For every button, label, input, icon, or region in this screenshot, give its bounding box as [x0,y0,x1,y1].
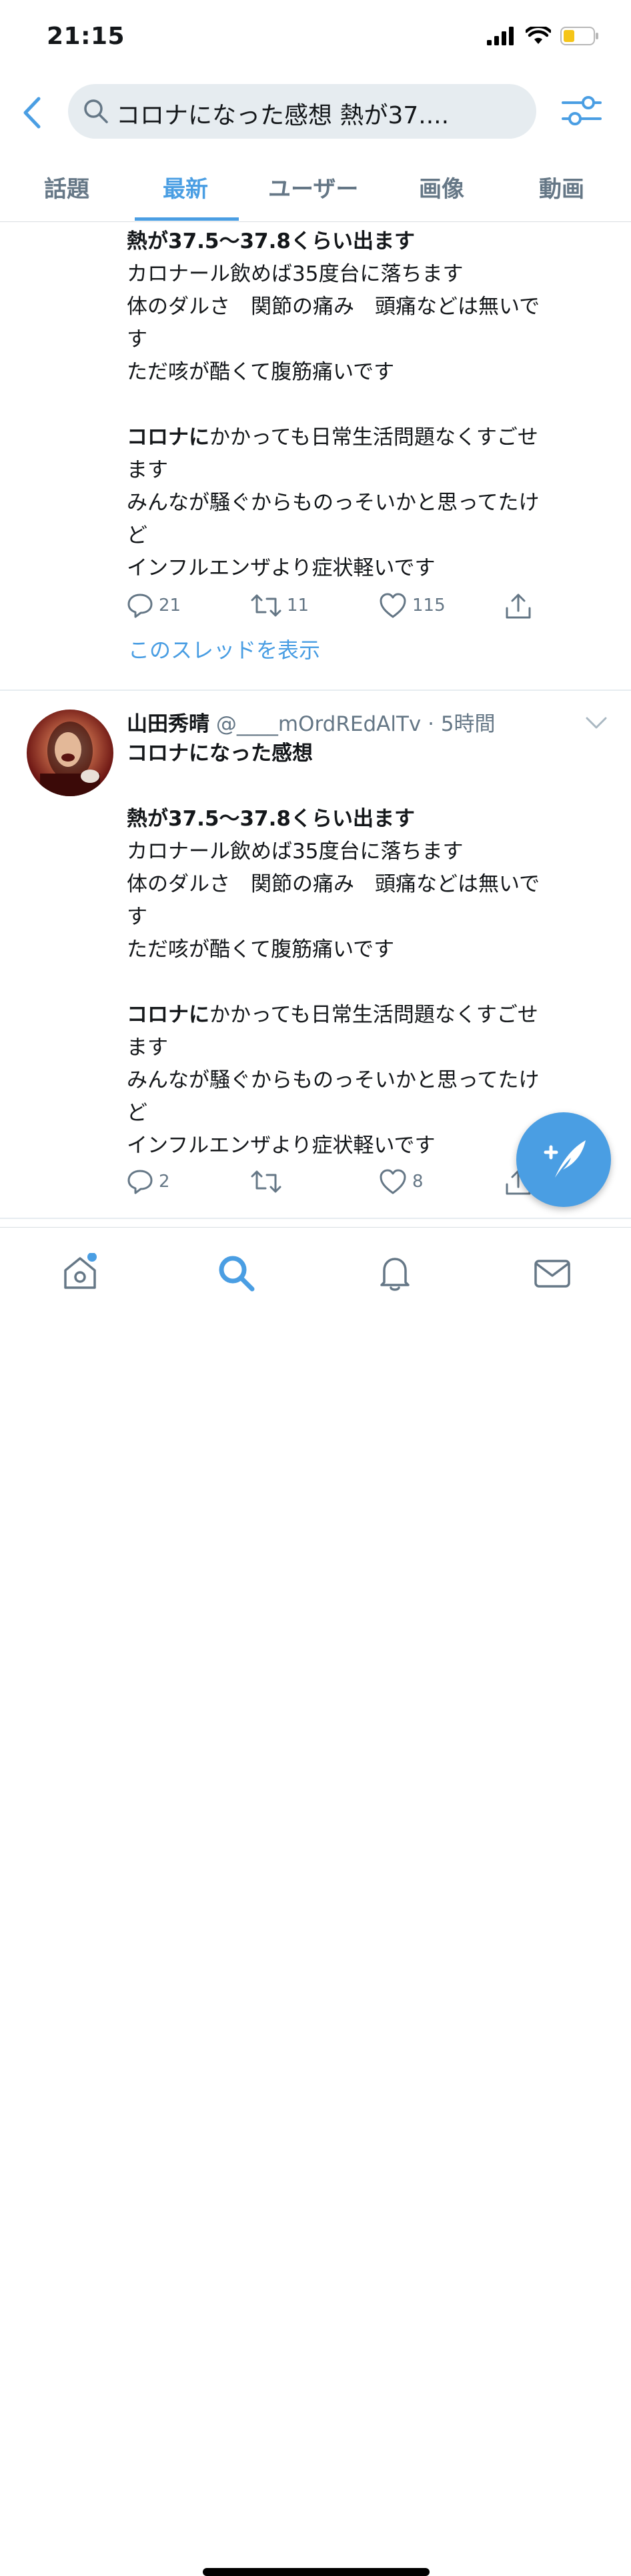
reply-count: 21 [159,595,181,615]
messages-icon[interactable] [532,1253,572,1293]
compose-icon [544,1140,586,1178]
tweet-1-text-line: インフルエンザより症状軽いです [127,556,436,580]
like-icon [380,1169,406,1194]
tweet-1-text-line: カロナール飲めば35度台に落ちます [127,262,464,286]
tweet-divider [0,690,631,691]
tweet-1-text-line: 体のダルさ 関節の痛み 頭痛などは無いで [127,295,540,319]
tweet-2-text-line: 体のダルさ 関節の痛み 頭痛などは無いで [127,872,540,896]
tweet-2-text-line: 熱が37.5〜37.8くらい出ます [127,807,415,831]
like-icon [380,593,406,618]
share-button[interactable] [504,592,532,620]
tweet-1-text-line: 熱が37.5〜37.8くらい出ます [127,229,415,253]
tweet-1-text: 熱が37.5〜37.8くらい出ますカロナール飲めば35度台に落ちます体のダルさ … [127,225,540,585]
tweet-2-header: 山田秀晴 @____mOrdREdAlTv · 5時間 [127,707,496,737]
tweet-2-text-line: す [127,905,147,929]
retweet-button[interactable] [251,1168,287,1195]
tab-videos[interactable]: 動画 [539,171,584,203]
bottom-tab-bar [0,1227,631,2576]
tweet-2-text-line: ただ咳が酷くて腹筋痛いです [127,938,395,962]
search-icon [84,99,108,123]
status-bar: 21:15 [0,0,631,73]
meta-separator: · [428,712,434,736]
tweet-1-text-line: ます [127,458,168,482]
tweet-1-text-line: コロナにかかっても日常生活問題なくすごせ [127,425,538,449]
signal-icon [487,27,514,45]
chevron-down-icon[interactable] [584,715,608,731]
search-tabs: 話題 最新 ユーザー 画像 動画 [0,160,631,222]
avatar[interactable] [27,710,113,796]
search-header: コロナになった感想 熱が37.... [0,80,631,147]
tweet-2-text-line: ます [127,1036,168,1060]
tweet-1-actions: 21 11 115 [127,592,554,625]
retweet-icon [251,1170,281,1193]
tweet-2-text-line: インフルエンザより症状軽いです [127,1134,436,1158]
retweet-icon [251,594,281,617]
compose-button[interactable] [516,1112,611,1207]
battery-icon [560,27,598,45]
tweet-1-text-line: す [127,327,147,351]
like-count: 115 [412,595,446,615]
tweet-1-text-line: ど [127,523,147,547]
active-tab-indicator [135,217,239,221]
back-chevron-icon[interactable] [20,96,47,129]
tweet-2-text-line: コロナにかかっても日常生活問題なくすごせ [127,1003,538,1027]
tweet-2-text-line: みんなが騒ぐからものっそいかと思ってたけ [127,1068,540,1092]
tweet-2-text-line: ど [127,1101,147,1125]
search-input[interactable]: コロナになった感想 熱が37.... [68,84,536,139]
status-icons [487,27,599,45]
tweet-1-text-line: みんなが騒ぐからものっそいかと思ってたけ [127,491,540,515]
tweet-divider [0,1218,631,1219]
tweet-2-text: コロナになった感想 熱が37.5〜37.8くらい出ますカロナール飲めば35度台に… [127,738,540,1162]
retweet-count: 11 [287,595,309,615]
reply-button[interactable]: 21 [127,592,181,619]
author-name[interactable]: 山田秀晴 [127,712,209,736]
tab-topics[interactable]: 話題 [44,171,89,203]
retweet-button[interactable]: 11 [251,592,309,619]
like-count: 8 [412,1172,424,1192]
tab-latest[interactable]: 最新 [163,171,208,203]
tweet-2-text-line [127,770,540,803]
tab-images[interactable]: 画像 [419,171,464,203]
reply-count: 2 [159,1172,170,1192]
wifi-icon [526,27,551,44]
tweet-2-text-line [127,966,540,999]
avatar-image [40,722,100,796]
show-thread-link[interactable]: このスレッドを表示 [128,633,320,664]
filter-icon[interactable] [562,93,602,128]
author-handle[interactable]: @____mOrdREdAlTv [216,712,421,736]
home-icon[interactable] [60,1253,100,1293]
like-button[interactable]: 115 [379,592,446,619]
share-icon [506,593,531,619]
notifications-icon[interactable] [375,1253,415,1293]
tweet-2-text-line: カロナール飲めば35度台に落ちます [127,840,464,864]
reply-icon [127,593,153,618]
status-time: 21:15 [47,23,125,50]
reply-icon [127,1170,153,1194]
reply-button[interactable]: 2 [127,1168,170,1195]
tweet-1-text-line [127,389,540,421]
search-tab-icon[interactable] [216,1253,256,1293]
home-indicator [203,2568,430,2576]
like-button[interactable]: 8 [379,1168,424,1195]
tweet-1-text-line: ただ咳が酷くて腹筋痛いです [127,360,395,384]
search-query: コロナになった感想 熱が37.... [116,102,450,129]
tweet-2-actions: 2 8 [127,1168,554,1202]
tweet-time: 5時間 [440,712,496,736]
tweet-2-text-line: コロナになった感想 [127,742,313,766]
tab-users[interactable]: ユーザー [268,171,358,203]
